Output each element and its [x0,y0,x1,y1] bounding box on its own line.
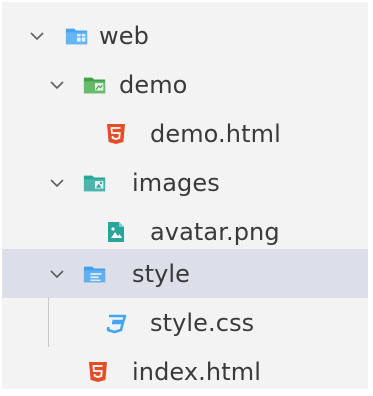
tree-item-label: demo.html [150,119,281,148]
demo-folder-icon [83,60,107,109]
html5-icon [104,109,128,158]
tree-item-label: style.css [150,308,255,337]
chevron-down-icon[interactable] [46,249,68,298]
explorer-page: web demo demo.html images avatar.png sty… [0,0,373,394]
tree-item-label: index.html [132,357,261,386]
tree-item-label: images [132,168,220,197]
images-folder-icon [83,158,107,207]
html5-icon [86,347,110,396]
chevron-down-icon[interactable] [46,158,68,207]
chevron-down-icon[interactable] [26,11,48,60]
explorer-tree: web demo demo.html images avatar.png sty… [2,2,368,389]
tree-item-label: demo [119,70,188,99]
web-folder-icon [65,11,89,60]
style-folder-icon [83,249,107,298]
chevron-down-icon[interactable] [46,60,68,109]
css3-icon [104,298,128,347]
tree-item-style[interactable]: style [2,249,368,298]
tree-item-style-css[interactable]: style.css [2,298,368,347]
tree-item-demo[interactable]: demo [2,60,368,109]
tree-item-index-html[interactable]: index.html [2,347,368,396]
tree-item-demo-html[interactable]: demo.html [2,109,368,158]
tree-item-label: web [99,21,149,50]
tree-item-web[interactable]: web [2,11,368,60]
tree-item-images[interactable]: images [2,158,368,207]
tree-item-label: style [132,259,191,288]
